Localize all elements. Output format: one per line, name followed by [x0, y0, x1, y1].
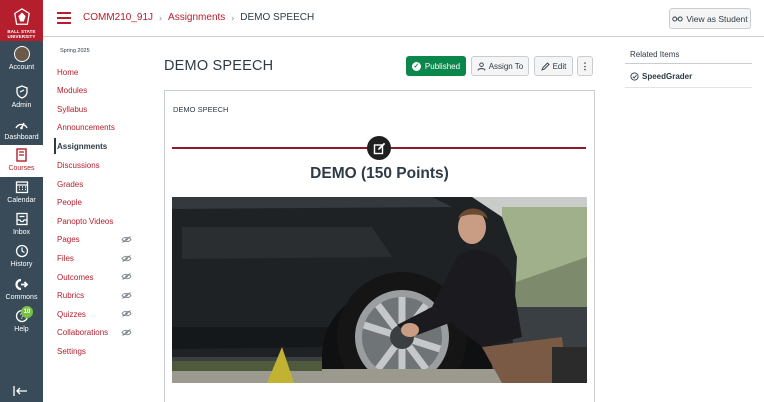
hidden-eye-icon — [121, 255, 132, 262]
course-nav-settings[interactable]: Settings — [57, 347, 86, 356]
global-navigation: BALL STATE UNIVERSITY Account Admin Dashb… — [0, 0, 43, 402]
more-options-button[interactable]: ⋮ — [577, 56, 593, 76]
course-nav-rubrics[interactable]: Rubrics — [57, 291, 84, 300]
demo-heading: DEMO (150 Points) — [310, 165, 449, 182]
edit-square-icon — [367, 136, 391, 160]
course-nav-grades[interactable]: Grades — [57, 180, 83, 189]
gnav-admin-label: Admin — [11, 102, 32, 109]
speedgrader-label: SpeedGrader — [642, 72, 693, 81]
university-seal-icon — [13, 8, 30, 25]
gnav-commons-label: Commons — [5, 294, 38, 301]
course-nav-files[interactable]: Files — [57, 254, 74, 263]
gnav-inbox[interactable]: Inbox — [0, 209, 43, 241]
dashboard-icon — [14, 116, 30, 132]
gnav-help-label: Help — [14, 326, 29, 333]
gnav-courses-label: Courses — [8, 165, 35, 172]
shield-icon — [14, 84, 30, 100]
clock-icon — [14, 243, 30, 259]
assignment-description: DEMO SPEECH DEMO (150 Points) — [164, 90, 595, 402]
gnav-dashboard-label: Dashboard — [4, 134, 39, 141]
gnav-history[interactable]: History — [0, 241, 43, 273]
hidden-eye-icon — [121, 273, 132, 280]
course-nav-pages[interactable]: Pages — [57, 235, 80, 244]
gnav-commons[interactable]: Commons — [0, 274, 43, 306]
gnav-account[interactable]: Account — [0, 44, 43, 76]
speedgrader-link[interactable]: SpeedGrader — [630, 72, 692, 81]
course-navigation: Spring 2025 Home Modules Syllabus Announ… — [43, 37, 143, 402]
course-nav-syllabus[interactable]: Syllabus — [57, 105, 87, 114]
person-icon — [477, 61, 486, 71]
help-badge: 10 — [21, 306, 33, 318]
related-divider — [625, 63, 752, 64]
avatar — [13, 46, 30, 62]
course-nav-quizzes[interactable]: Quizzes — [57, 310, 86, 319]
commons-icon — [14, 276, 30, 292]
breadcrumb-current: DEMO SPEECH — [240, 12, 315, 23]
course-nav-announcements[interactable]: Announcements — [57, 123, 115, 132]
term-label: Spring 2025 — [60, 48, 90, 54]
hidden-eye-icon — [121, 236, 132, 243]
course-nav-assignments[interactable]: Assignments — [57, 142, 107, 151]
course-nav-outcomes[interactable]: Outcomes — [57, 273, 93, 282]
related-divider-bottom — [625, 87, 752, 88]
hidden-eye-icon — [121, 310, 132, 317]
gnav-inbox-label: Inbox — [12, 229, 31, 236]
view-as-student-label: View as Student — [686, 13, 748, 24]
inbox-icon — [14, 211, 30, 227]
hidden-eye-icon — [121, 292, 132, 299]
glasses-icon — [672, 16, 684, 22]
calendar-icon — [14, 179, 30, 195]
view-as-student-button[interactable]: View as Student — [669, 8, 751, 29]
speedgrader-icon — [630, 72, 639, 81]
breadcrumb-course[interactable]: COMM210_91J — [83, 12, 153, 23]
published-button[interactable]: ✓ Published — [406, 56, 466, 76]
pencil-icon — [540, 61, 550, 71]
edit-label: Edit — [552, 61, 567, 71]
edit-button[interactable]: Edit — [534, 56, 573, 76]
breadcrumb-separator-icon: › — [159, 12, 163, 23]
active-indicator — [54, 138, 56, 154]
course-nav-modules[interactable]: Modules — [57, 86, 87, 95]
ball-state-logo[interactable]: BALL STATE UNIVERSITY — [0, 0, 43, 41]
breadcrumb: COMM210_91J › Assignments › DEMO SPEECH — [83, 12, 314, 23]
logo-text: BALL STATE UNIVERSITY — [7, 29, 36, 39]
published-label: Published — [424, 61, 461, 71]
assign-to-label: Assign To — [488, 61, 524, 71]
gnav-admin[interactable]: Admin — [0, 82, 43, 114]
hamburger-menu-icon[interactable] — [57, 12, 71, 24]
hidden-eye-icon — [121, 329, 132, 336]
related-items-title: Related Items — [630, 50, 680, 59]
top-header: COMM210_91J › Assignments › DEMO SPEECH … — [43, 0, 764, 37]
course-nav-people[interactable]: People — [57, 198, 82, 207]
gnav-help[interactable]: ? 10 Help — [0, 306, 43, 338]
gnav-calendar[interactable]: Calendar — [0, 177, 43, 209]
tire-change-photo — [172, 197, 587, 383]
collapse-nav-icon[interactable] — [13, 384, 29, 402]
page-title: DEMO SPEECH — [164, 58, 274, 74]
course-nav-discussions[interactable]: Discussions — [57, 161, 100, 170]
assign-to-button[interactable]: Assign To — [471, 56, 529, 76]
gnav-history-label: History — [10, 261, 33, 268]
gnav-courses[interactable]: Courses — [0, 145, 43, 177]
gnav-dashboard[interactable]: Dashboard — [0, 114, 43, 146]
description-title: DEMO SPEECH — [173, 105, 229, 114]
book-icon — [14, 147, 30, 163]
gnav-account-label: Account — [8, 64, 35, 71]
gnav-calendar-label: Calendar — [7, 197, 36, 204]
course-nav-panopto-videos[interactable]: Panopto Videos — [57, 217, 113, 226]
breadcrumb-separator-icon: › — [231, 12, 235, 23]
course-nav-collaborations[interactable]: Collaborations — [57, 328, 108, 337]
course-nav-home[interactable]: Home — [57, 68, 78, 77]
check-circle-icon: ✓ — [411, 61, 421, 71]
breadcrumb-assignments[interactable]: Assignments — [168, 12, 225, 23]
